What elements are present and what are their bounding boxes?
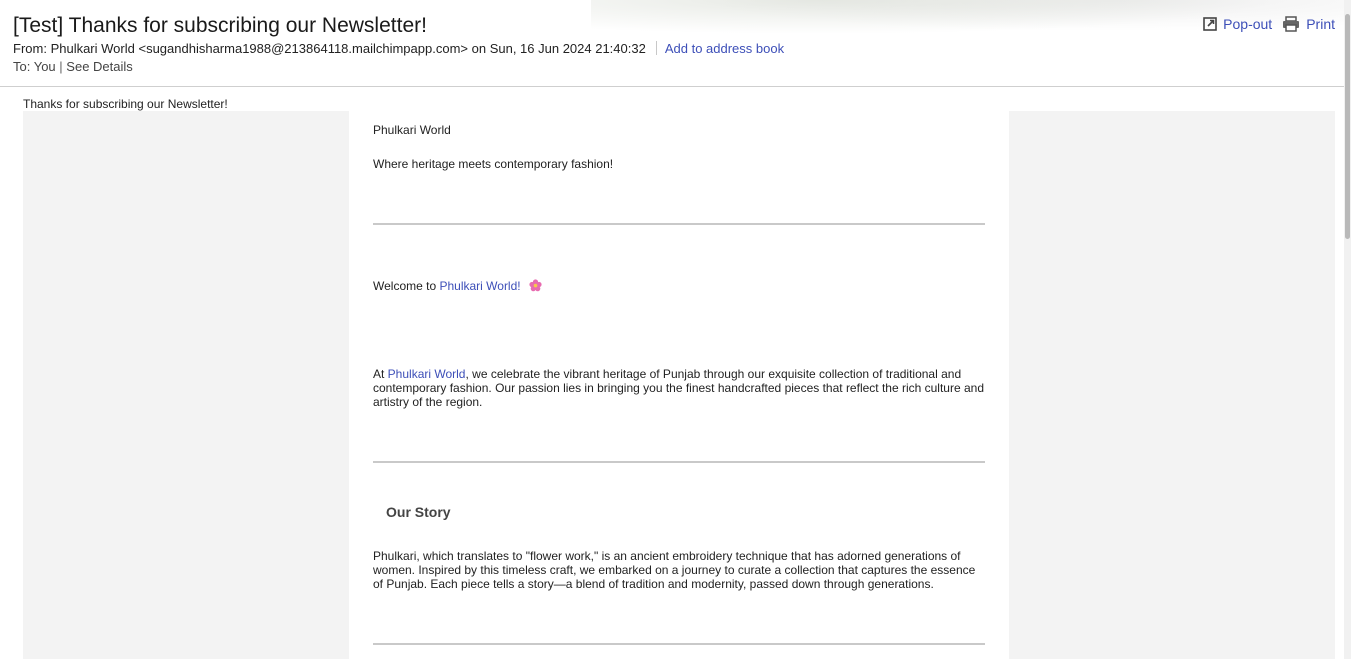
email-header: [Test] Thanks for subscribing our Newsle…	[0, 0, 1351, 87]
print-label: Print	[1306, 16, 1335, 32]
printer-icon	[1282, 16, 1300, 32]
left-gutter	[23, 111, 349, 659]
divider	[655, 41, 657, 55]
from-label: From:	[13, 41, 51, 56]
section-divider	[373, 643, 985, 645]
see-details-link[interactable]: See Details	[66, 59, 132, 74]
popout-button[interactable]: Pop-out	[1203, 16, 1272, 32]
to-line: To: You | See Details	[13, 59, 133, 74]
add-to-address-book-link[interactable]: Add to address book	[665, 41, 784, 56]
section-divider	[373, 223, 985, 225]
sent-date: on Sun, 16 Jun 2024 21:40:32	[471, 41, 646, 56]
print-button[interactable]: Print	[1282, 16, 1335, 32]
right-gutter	[1009, 111, 1335, 659]
about-paragraph: At Phulkari World, we celebrate the vibr…	[373, 367, 985, 409]
about-brand-link[interactable]: Phulkari World	[388, 367, 466, 381]
sender-address: <sugandhisharma1988@213864118.mailchimpa…	[138, 41, 468, 56]
story-paragraph: Phulkari, which translates to "flower wo…	[373, 549, 976, 591]
scrollbar-thumb[interactable]	[1345, 14, 1350, 239]
newsletter-content: Phulkari World Where heritage meets cont…	[349, 111, 1009, 659]
welcome-brand-link[interactable]: Phulkari World!	[439, 279, 520, 293]
email-subject: [Test] Thanks for subscribing our Newsle…	[13, 14, 427, 37]
sender-name: Phulkari World	[50, 41, 135, 56]
to-label: To:	[13, 59, 34, 74]
brand-name: Phulkari World	[373, 123, 451, 137]
from-line: From: Phulkari World <sugandhisharma1988…	[13, 41, 784, 56]
tagline: Where heritage meets contemporary fashio…	[373, 157, 614, 171]
vertical-scrollbar[interactable]	[1344, 0, 1351, 659]
pipe-separator: |	[59, 59, 63, 74]
welcome-line: Welcome to Phulkari World!	[373, 279, 985, 295]
preheader-text: Thanks for subscribing our Newsletter!	[23, 97, 228, 111]
about-text: , we celebrate the vibrant heritage of P…	[373, 367, 985, 409]
welcome-prefix: Welcome to	[373, 279, 440, 293]
popout-icon	[1203, 17, 1217, 31]
header-actions: Pop-out Print	[1203, 16, 1335, 32]
flower-icon	[529, 279, 542, 295]
popout-label: Pop-out	[1223, 16, 1273, 32]
section-divider	[373, 461, 985, 463]
recipient: You	[33, 59, 56, 74]
story-heading: Our Story	[386, 504, 451, 520]
about-prefix: At	[373, 367, 388, 381]
